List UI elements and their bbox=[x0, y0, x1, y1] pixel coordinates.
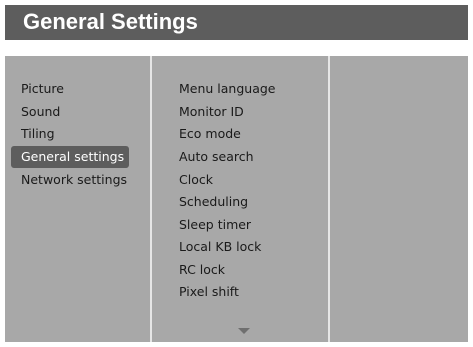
submenu-column: Menu language Monitor ID Eco mode Auto s… bbox=[152, 56, 328, 342]
submenu-item-scheduling[interactable]: Scheduling bbox=[179, 191, 248, 213]
chevron-down-icon[interactable] bbox=[238, 328, 250, 334]
submenu-item-sleep-timer[interactable]: Sleep timer bbox=[179, 214, 251, 236]
submenu-item-rc-lock[interactable]: RC lock bbox=[179, 259, 225, 281]
page-title: General Settings bbox=[5, 5, 468, 40]
submenu-item-local-kb-lock[interactable]: Local KB lock bbox=[179, 236, 261, 258]
settings-menu-panel: Picture Sound Tiling General settings Ne… bbox=[5, 56, 468, 342]
submenu-item-menu-language[interactable]: Menu language bbox=[179, 78, 276, 100]
menu-item-network-settings[interactable]: Network settings bbox=[21, 169, 127, 191]
main-menu-column: Picture Sound Tiling General settings Ne… bbox=[5, 56, 150, 342]
submenu-item-clock[interactable]: Clock bbox=[179, 169, 213, 191]
submenu-item-eco-mode[interactable]: Eco mode bbox=[179, 123, 241, 145]
menu-item-general-settings[interactable]: General settings bbox=[11, 146, 129, 168]
submenu-item-pixel-shift[interactable]: Pixel shift bbox=[179, 281, 239, 303]
submenu-item-auto-search[interactable]: Auto search bbox=[179, 146, 254, 168]
menu-item-sound[interactable]: Sound bbox=[21, 101, 60, 123]
submenu-item-monitor-id[interactable]: Monitor ID bbox=[179, 101, 244, 123]
menu-item-picture[interactable]: Picture bbox=[21, 78, 64, 100]
detail-column bbox=[330, 56, 468, 342]
menu-item-tiling[interactable]: Tiling bbox=[21, 123, 55, 145]
